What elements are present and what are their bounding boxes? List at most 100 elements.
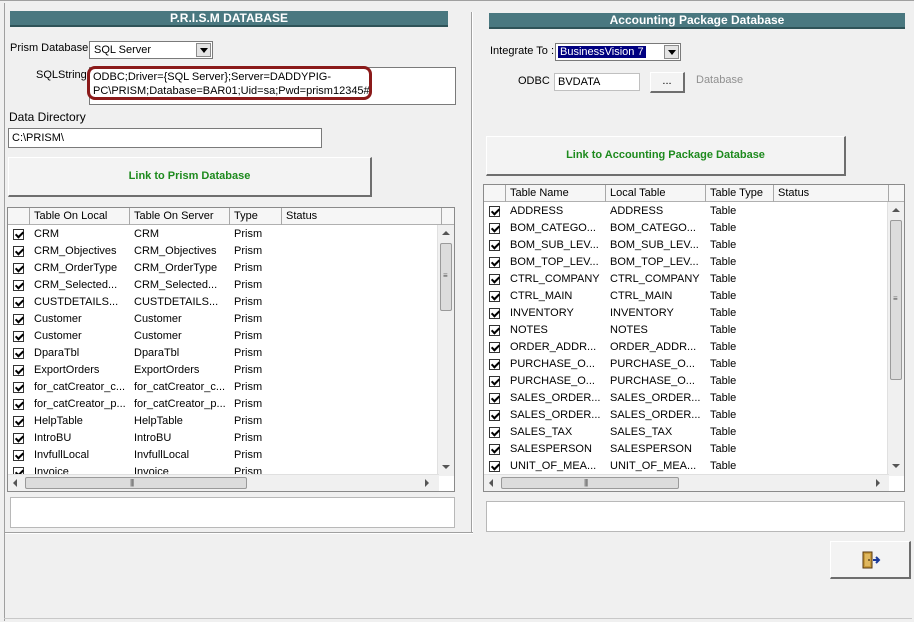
table-row[interactable]: CRM CRM Prism xyxy=(8,226,454,243)
scroll-up-icon[interactable] xyxy=(442,231,450,235)
prism-col-status[interactable]: Status xyxy=(282,208,442,225)
prism-col-server[interactable]: Table On Server xyxy=(130,208,230,225)
chevron-down-icon[interactable] xyxy=(664,45,679,59)
row-checkbox[interactable] xyxy=(489,461,500,472)
table-row[interactable]: SALES_ORDER... SALES_ORDER... Table xyxy=(484,390,904,407)
table-row[interactable]: BOM_CATEGO... BOM_CATEGO... Table xyxy=(484,220,904,237)
row-checkbox[interactable] xyxy=(489,427,500,438)
table-row[interactable]: INVENTORY INVENTORY Table xyxy=(484,305,904,322)
row-checkbox[interactable] xyxy=(13,433,24,444)
table-row[interactable]: PURCHASE_O... PURCHASE_O... Table xyxy=(484,356,904,373)
row-checkbox[interactable] xyxy=(489,206,500,217)
row-checkbox[interactable] xyxy=(489,376,500,387)
table-row[interactable]: CUSTDETAILS... CUSTDETAILS... Prism xyxy=(8,294,454,311)
table-row[interactable]: NOTES NOTES Table xyxy=(484,322,904,339)
table-row[interactable]: DparaTbl DparaTbl Prism xyxy=(8,345,454,362)
row-checkbox[interactable] xyxy=(13,314,24,325)
table-row[interactable]: InvfullLocal InvfullLocal Prism xyxy=(8,447,454,464)
accounting-hscroll-thumb[interactable]: ||| xyxy=(501,477,679,489)
row-checkbox[interactable] xyxy=(13,348,24,359)
accounting-table-grid[interactable]: Table Name Local Table Table Type Status… xyxy=(483,184,905,492)
table-row[interactable]: SALES_ORDER... SALES_ORDER... Table xyxy=(484,407,904,424)
row-checkbox[interactable] xyxy=(13,297,24,308)
table-row[interactable]: BOM_SUB_LEV... BOM_SUB_LEV... Table xyxy=(484,237,904,254)
table-row[interactable]: HelpTable HelpTable Prism xyxy=(8,413,454,430)
scroll-right-icon[interactable] xyxy=(425,479,429,487)
scroll-left-icon[interactable] xyxy=(13,479,17,487)
prism-cell-local: CRM_OrderType xyxy=(34,262,118,274)
table-row[interactable]: CRM_Selected... CRM_Selected... Prism xyxy=(8,277,454,294)
row-checkbox[interactable] xyxy=(13,399,24,410)
scroll-right-icon[interactable] xyxy=(876,479,880,487)
table-row[interactable]: BOM_TOP_LEV... BOM_TOP_LEV... Table xyxy=(484,254,904,271)
table-row[interactable]: CTRL_MAIN CTRL_MAIN Table xyxy=(484,288,904,305)
row-checkbox[interactable] xyxy=(13,280,24,291)
table-row[interactable]: Customer Customer Prism xyxy=(8,311,454,328)
row-checkbox[interactable] xyxy=(489,342,500,353)
table-row[interactable]: CTRL_COMPANY CTRL_COMPANY Table xyxy=(484,271,904,288)
table-row[interactable]: Customer Customer Prism xyxy=(8,328,454,345)
row-checkbox[interactable] xyxy=(489,359,500,370)
scroll-up-icon[interactable] xyxy=(892,208,900,212)
scroll-down-icon[interactable] xyxy=(442,465,450,469)
table-row[interactable]: SALES_TAX SALES_TAX Table xyxy=(484,424,904,441)
row-checkbox[interactable] xyxy=(13,382,24,393)
row-checkbox[interactable] xyxy=(489,240,500,251)
row-checkbox[interactable] xyxy=(13,263,24,274)
accounting-cell-name: NOTES xyxy=(510,324,548,336)
row-checkbox[interactable] xyxy=(13,331,24,342)
row-checkbox[interactable] xyxy=(489,274,500,285)
prism-hscroll-thumb[interactable]: ||| xyxy=(25,477,247,489)
prism-col-type[interactable]: Type xyxy=(230,208,282,225)
row-checkbox[interactable] xyxy=(489,325,500,336)
row-checkbox[interactable] xyxy=(13,229,24,240)
row-checkbox[interactable] xyxy=(13,246,24,257)
prism-vscroll-thumb[interactable]: ≡ xyxy=(440,243,452,311)
row-checkbox[interactable] xyxy=(489,291,500,302)
row-checkbox[interactable] xyxy=(489,223,500,234)
prism-table-grid[interactable]: Table On Local Table On Server Type Stat… xyxy=(7,207,455,492)
table-row[interactable]: PURCHASE_O... PURCHASE_O... Table xyxy=(484,373,904,390)
row-checkbox[interactable] xyxy=(489,308,500,319)
accounting-vscroll-thumb[interactable]: ≡ xyxy=(890,220,902,380)
link-prism-button[interactable]: Link to Prism Database xyxy=(8,157,372,197)
grip-icon: ||| xyxy=(130,478,134,487)
table-row[interactable]: ORDER_ADDR... ORDER_ADDR... Table xyxy=(484,339,904,356)
row-checkbox[interactable] xyxy=(489,257,500,268)
table-row[interactable]: CRM_OrderType CRM_OrderType Prism xyxy=(8,260,454,277)
accounting-col-status[interactable]: Status xyxy=(774,185,889,202)
odbc-input[interactable]: BVDATA xyxy=(554,73,640,91)
accounting-col-name[interactable]: Table Name xyxy=(506,185,606,202)
table-row[interactable]: UNIT_OF_MEA... UNIT_OF_MEA... Table xyxy=(484,458,904,475)
table-row[interactable]: IntroBU IntroBU Prism xyxy=(8,430,454,447)
table-row[interactable]: ExportOrders ExportOrders Prism xyxy=(8,362,454,379)
prism-db-combo[interactable]: SQL Server xyxy=(89,41,213,59)
accounting-hscrollbar[interactable]: ||| xyxy=(484,474,889,491)
row-checkbox[interactable] xyxy=(489,393,500,404)
table-row[interactable]: SALESPERSON SALESPERSON Table xyxy=(484,441,904,458)
table-row[interactable]: for_catCreator_p... for_catCreator_p... Pr… xyxy=(8,396,454,413)
row-checkbox[interactable] xyxy=(489,410,500,421)
link-accounting-button[interactable]: Link to Accounting Package Database xyxy=(486,136,846,176)
integrate-combo[interactable]: BusinessVision 7 xyxy=(555,43,681,61)
scroll-left-icon[interactable] xyxy=(489,479,493,487)
accounting-vscrollbar[interactable]: ≡ xyxy=(887,202,904,476)
table-row[interactable]: ADDRESS ADDRESS Table xyxy=(484,203,904,220)
accounting-col-local[interactable]: Local Table xyxy=(606,185,706,202)
odbc-browse-button[interactable]: ... xyxy=(650,72,685,93)
table-row[interactable]: CRM_Objectives CRM_Objectives Prism xyxy=(8,243,454,260)
table-row[interactable]: for_catCreator_c... for_catCreator_c... Pr… xyxy=(8,379,454,396)
row-checkbox[interactable] xyxy=(13,450,24,461)
prism-col-local[interactable]: Table On Local xyxy=(30,208,130,225)
row-checkbox[interactable] xyxy=(13,365,24,376)
row-checkbox[interactable] xyxy=(489,444,500,455)
data-directory-input[interactable]: C:\PRISM\ xyxy=(8,128,322,148)
exit-button[interactable] xyxy=(830,541,911,579)
chevron-down-icon[interactable] xyxy=(196,43,211,57)
prism-vscrollbar[interactable]: ≡ xyxy=(437,225,454,476)
row-checkbox[interactable] xyxy=(13,416,24,427)
prism-hscrollbar[interactable]: ||| xyxy=(8,474,439,491)
accounting-col-type[interactable]: Table Type xyxy=(706,185,774,202)
accounting-cell-type: Table xyxy=(710,460,737,472)
scroll-down-icon[interactable] xyxy=(892,464,900,468)
